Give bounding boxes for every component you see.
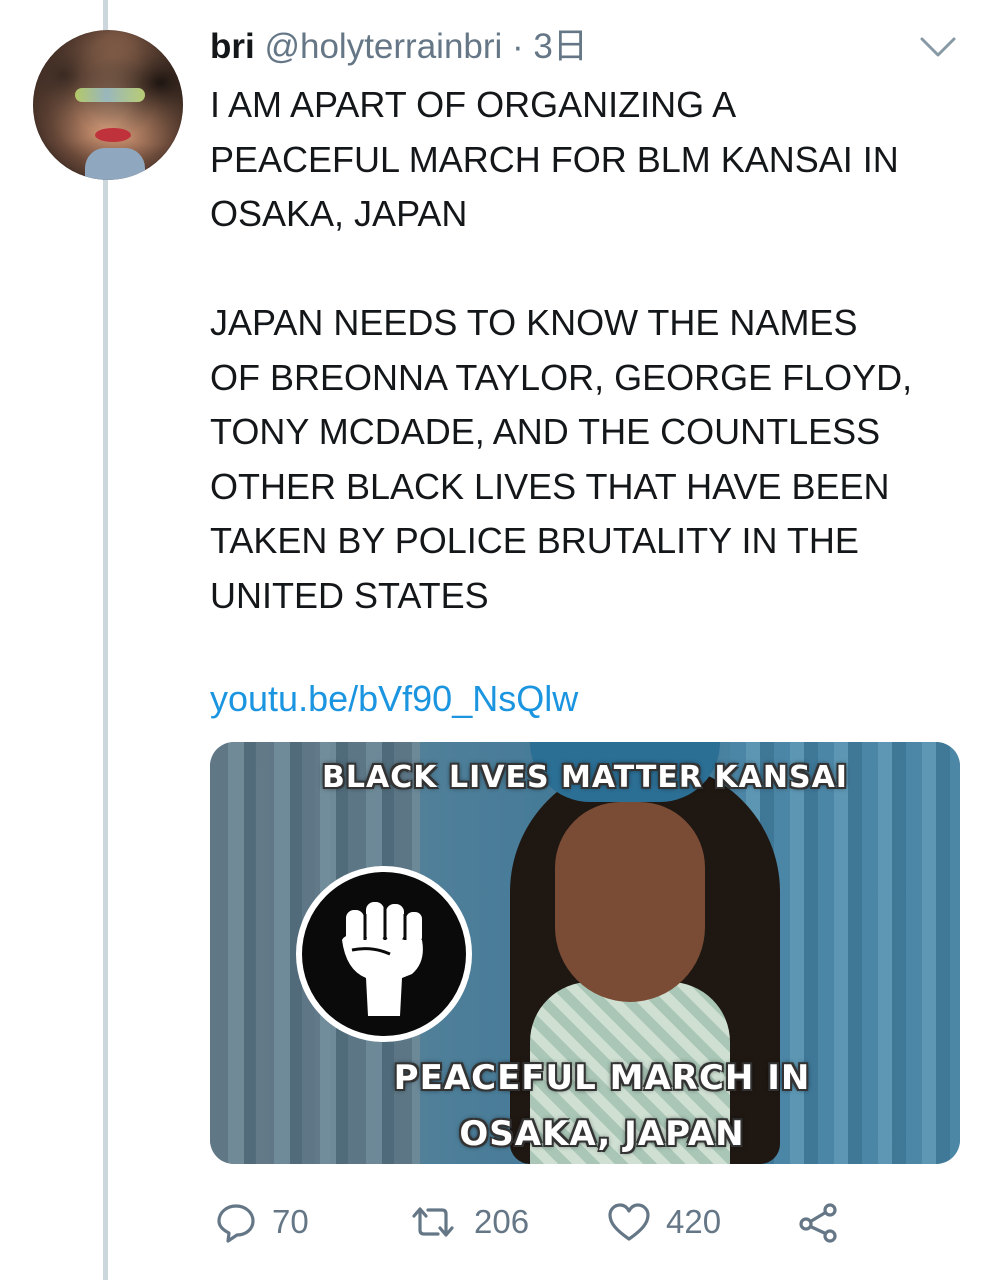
retweet-button[interactable]: 206 bbox=[406, 1196, 529, 1248]
avatar-lips bbox=[95, 128, 131, 142]
chevron-down-icon[interactable] bbox=[918, 32, 958, 62]
retweet-icon bbox=[406, 1200, 460, 1244]
handle-text: @holyterrainbri bbox=[264, 27, 503, 66]
thread-line bbox=[103, 0, 108, 1280]
reply-icon bbox=[214, 1200, 258, 1244]
tweet-actions: 70 206 420 bbox=[214, 1196, 854, 1248]
display-name[interactable]: bri bbox=[210, 27, 255, 66]
media-overlay-caption: PEACEFUL MARCH IN OSAKA, JAPAN bbox=[393, 1058, 811, 1154]
media-card[interactable]: BLACK LIVES MATTER KANSAI PEACEFUL MARCH… bbox=[210, 742, 960, 1164]
like-button[interactable]: 420 bbox=[606, 1196, 721, 1248]
reply-button[interactable]: 70 bbox=[214, 1196, 309, 1248]
avatar[interactable] bbox=[33, 30, 183, 180]
tweet-header: bri @holyterrainbri · 3日 bbox=[210, 22, 588, 72]
media-overlay-title: BLACK LIVES MATTER KANSAI bbox=[322, 760, 848, 795]
like-count: 420 bbox=[666, 1203, 722, 1240]
tweet-link[interactable]: youtu.be/bVf90_NsQlw bbox=[210, 672, 578, 726]
like-icon bbox=[606, 1200, 652, 1244]
person-face bbox=[555, 802, 705, 1002]
avatar-neck bbox=[85, 148, 145, 180]
reply-count: 70 bbox=[272, 1203, 309, 1240]
tweet-text: I AM APART OF ORGANIZING A PEACEFUL MARC… bbox=[210, 84, 913, 616]
share-icon bbox=[796, 1200, 842, 1244]
share-button[interactable] bbox=[796, 1196, 842, 1248]
retweet-count: 206 bbox=[474, 1203, 530, 1240]
handle[interactable]: @holyterrainbri bbox=[264, 27, 502, 66]
timestamp[interactable]: 3日 bbox=[533, 27, 587, 66]
avatar-eye-makeup bbox=[75, 88, 145, 102]
separator: · bbox=[502, 27, 534, 66]
raised-fist-icon bbox=[296, 866, 472, 1042]
